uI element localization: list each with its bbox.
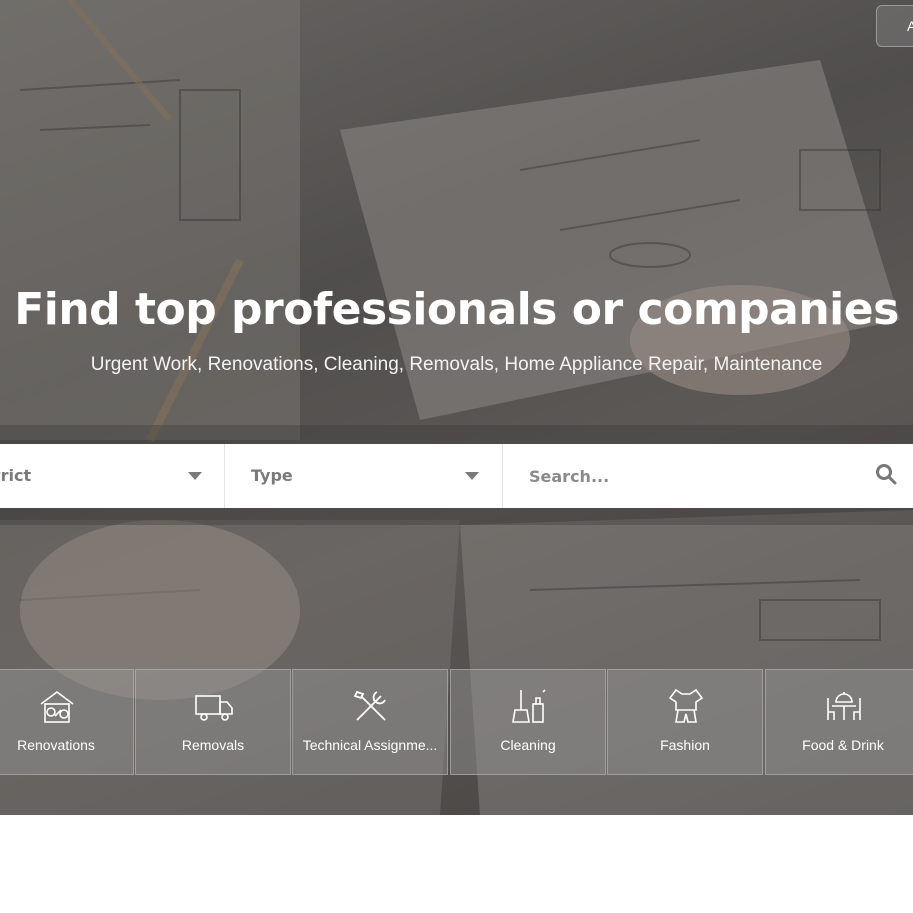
hero-subtitle: Urgent Work, Renovations, Cleaning, Remo… [90, 354, 823, 375]
category-label: Cleaning [500, 737, 556, 753]
district-label: trict [0, 466, 32, 485]
renovations-icon [40, 691, 74, 723]
category-list: Renovations Removals Technical Assignme.… [0, 669, 913, 775]
hero-section: A Find top professionals or companies Ur… [0, 0, 913, 815]
type-select[interactable]: Type [225, 444, 503, 508]
category-cleaning[interactable]: Cleaning [450, 669, 606, 775]
category-label: Technical Assignme... [302, 737, 438, 753]
truck-icon [195, 695, 233, 721]
type-label: Type [251, 466, 293, 485]
top-right-button[interactable]: A [876, 5, 913, 47]
category-label: Fashion [660, 737, 710, 753]
hero-title: Find top professionals or companies [14, 284, 899, 335]
category-label: Food & Drink [802, 737, 884, 753]
search-input[interactable] [529, 462, 859, 490]
search-field [503, 444, 913, 508]
food-drink-icon [827, 692, 861, 720]
category-removals[interactable]: Removals [135, 669, 291, 775]
tools-icon [353, 690, 386, 721]
chevron-down-icon [188, 472, 202, 480]
category-fashion[interactable]: Fashion [607, 669, 763, 775]
district-select[interactable]: trict [0, 444, 225, 508]
category-food-drink[interactable]: Food & Drink [765, 669, 913, 775]
category-label: Renovations [17, 737, 95, 753]
category-technical-assignments[interactable]: Technical Assignme... [292, 669, 448, 775]
category-renovations[interactable]: Renovations [0, 669, 134, 775]
search-icon[interactable] [875, 463, 897, 485]
category-label: Removals [181, 737, 245, 753]
cleaning-icon [512, 689, 546, 723]
search-bar: trict Type [0, 444, 913, 508]
fashion-icon [668, 688, 704, 723]
chevron-down-icon [465, 472, 479, 480]
